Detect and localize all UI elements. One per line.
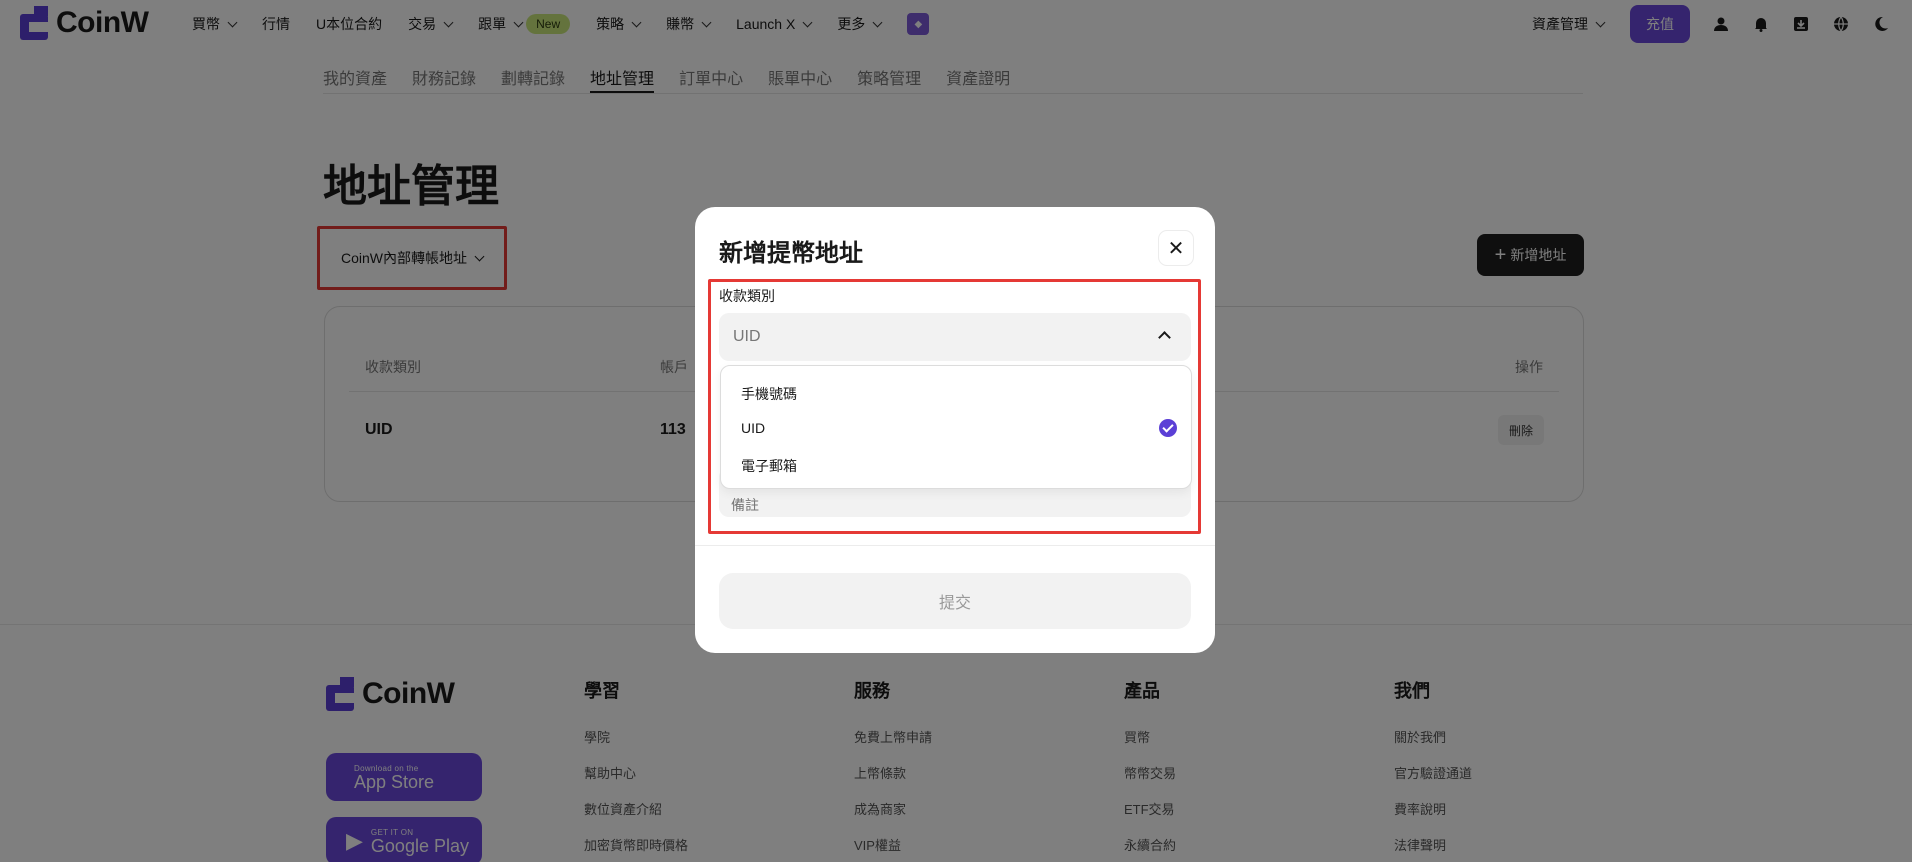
highlight-annotation <box>708 279 1201 534</box>
submit-button[interactable]: 提交 <box>719 573 1191 629</box>
modal-title: 新增提幣地址 <box>719 240 863 267</box>
add-withdrawal-address-modal: 新增提幣地址 ✕ 收款類別 UID 備註 手機號碼 UID 電子郵箱 提交 <box>695 207 1215 653</box>
close-icon[interactable]: ✕ <box>1159 231 1193 265</box>
modal-divider <box>695 545 1215 546</box>
